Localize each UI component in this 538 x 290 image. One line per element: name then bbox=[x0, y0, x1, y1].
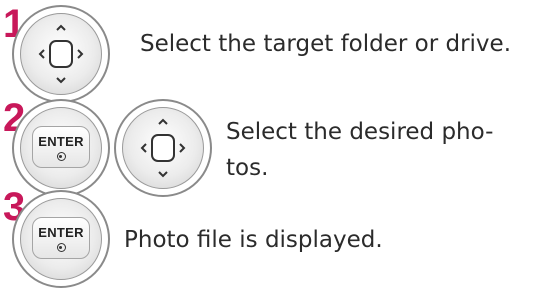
step-text: Select the target folder or drive. bbox=[140, 31, 511, 57]
enter-dot-icon bbox=[56, 243, 66, 252]
nav-pad-icon bbox=[12, 5, 110, 103]
enter-label: ENTER bbox=[38, 225, 84, 240]
enter-label: ENTER bbox=[38, 134, 84, 149]
step-text: Photo file is displayed. bbox=[124, 227, 383, 253]
direction-arrows-icon bbox=[140, 118, 186, 178]
enter-dot-icon bbox=[56, 152, 66, 161]
enter-button-icon: ENTER bbox=[12, 99, 110, 197]
direction-arrows-icon bbox=[38, 24, 84, 84]
nav-pad-icon bbox=[114, 99, 212, 197]
enter-button-icon: ENTER bbox=[12, 190, 110, 288]
step-text: Select the desired pho- tos. bbox=[226, 119, 494, 181]
